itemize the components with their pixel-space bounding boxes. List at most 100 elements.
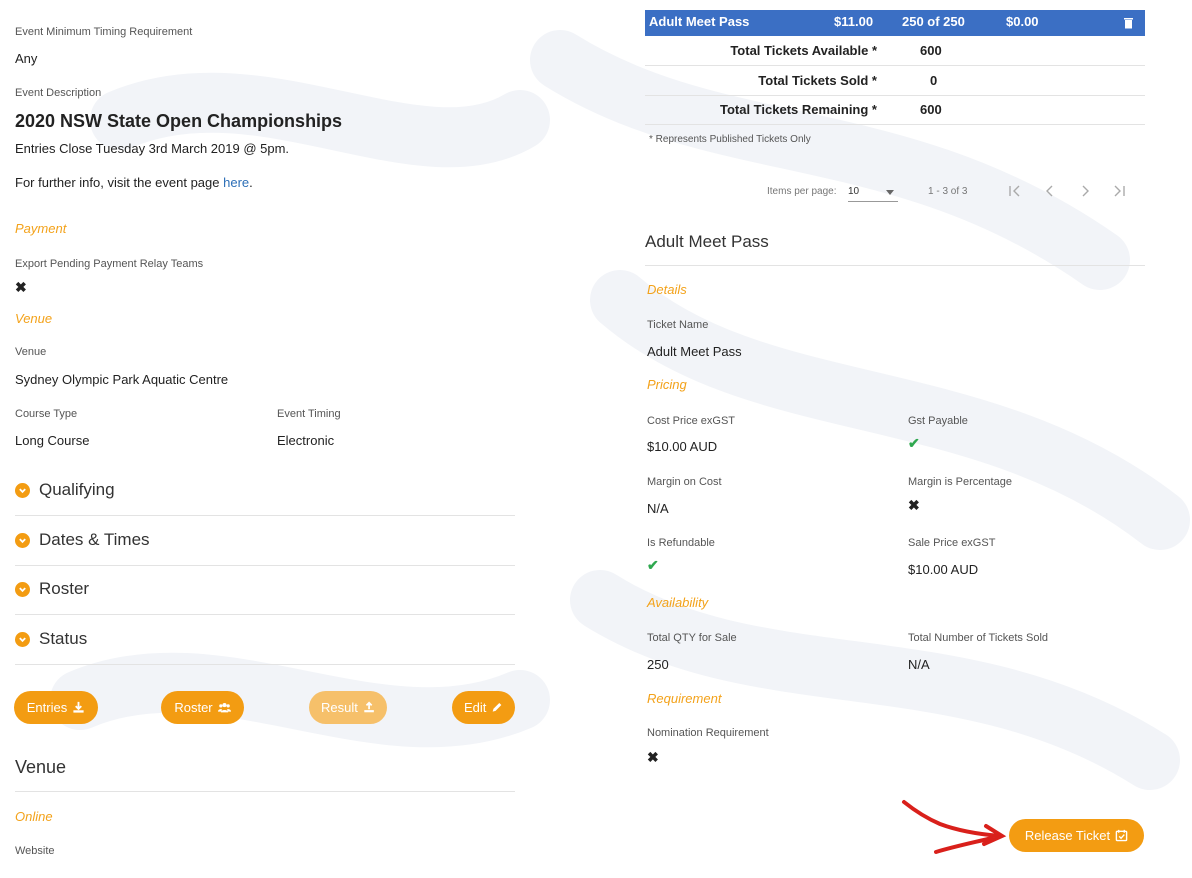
entries-button[interactable]: Entries — [14, 691, 98, 724]
sale-price-value: $10.00 AUD — [908, 562, 979, 577]
accordion-qualifying[interactable]: Qualifying — [15, 465, 515, 516]
ticket-row-qty: 250 of 250 — [902, 14, 965, 29]
further-info-prefix: For further info, visit the event page — [15, 175, 224, 190]
ticket-name-label: Ticket Name — [647, 319, 709, 331]
chevron-down-icon — [15, 482, 30, 498]
entries-button-label: Entries — [26, 700, 68, 715]
accordion-label: Dates & Times — [39, 530, 150, 549]
accordion-label: Status — [39, 629, 88, 648]
margin-cost-value: N/A — [647, 501, 669, 516]
availability-section-label: Availability — [647, 595, 709, 610]
cost-price-label: Cost Price exGST — [647, 415, 736, 427]
total-sold-label: Total Tickets Sold * — [758, 73, 877, 88]
total-available-label: Total Tickets Available * — [730, 43, 877, 58]
event-timing-value: Electronic — [277, 433, 335, 448]
chevron-down-icon — [15, 532, 30, 548]
ticket-heading: Adult Meet Pass — [645, 232, 769, 251]
ticket-row-name: Adult Meet Pass — [649, 14, 750, 29]
venue-value: Sydney Olympic Park Aquatic Centre — [15, 372, 229, 387]
ticket-name-value: Adult Meet Pass — [647, 344, 742, 359]
cost-price-value: $10.00 AUD — [647, 439, 718, 454]
items-per-page-value: 10 — [848, 186, 860, 197]
details-section-label: Details — [647, 282, 687, 297]
min-timing-value: Any — [15, 51, 38, 66]
divider — [15, 791, 515, 792]
check-icon: ✔ — [647, 557, 659, 573]
requirement-section-label: Requirement — [647, 691, 722, 706]
accordion-roster[interactable]: Roster — [15, 564, 515, 615]
calendar-check-icon — [1115, 829, 1128, 842]
event-description-label: Event Description — [15, 87, 102, 99]
total-qty-value: 250 — [647, 657, 669, 672]
x-icon: ✖ — [908, 497, 920, 513]
next-page-icon[interactable] — [1078, 184, 1092, 198]
result-button[interactable]: Result — [309, 691, 387, 724]
sale-price-label: Sale Price exGST — [908, 537, 996, 549]
website-label: Website — [15, 845, 55, 857]
result-button-label: Result — [321, 700, 358, 715]
margin-cost-label: Margin on Cost — [647, 476, 722, 488]
further-info-suffix: . — [249, 175, 253, 190]
export-pending-label: Export Pending Payment Relay Teams — [15, 258, 204, 270]
accordion-dates-times[interactable]: Dates & Times — [15, 515, 515, 566]
first-page-icon[interactable] — [1008, 184, 1022, 198]
course-type-label: Course Type — [15, 408, 78, 420]
venue-section-label: Venue — [15, 311, 53, 326]
x-icon: ✖ — [647, 749, 659, 765]
chevron-down-icon — [15, 631, 30, 647]
total-remaining-label: Total Tickets Remaining * — [719, 102, 877, 117]
refundable-label: Is Refundable — [647, 537, 715, 549]
users-icon — [217, 703, 231, 713]
items-per-page-label: Items per page: — [767, 186, 837, 197]
download-icon — [73, 701, 84, 713]
total-available-value: 600 — [920, 43, 942, 58]
min-timing-label: Event Minimum Timing Requirement — [15, 26, 193, 38]
check-icon: ✔ — [908, 435, 920, 451]
margin-pct-label: Margin is Percentage — [908, 476, 1012, 488]
chevron-down-icon — [15, 581, 30, 597]
release-ticket-label: Release Ticket — [1024, 828, 1111, 843]
caret-down-icon — [886, 190, 894, 195]
venue-heading: Venue — [15, 757, 67, 777]
published-note: * Represents Published Tickets Only — [649, 134, 811, 145]
event-title: 2020 NSW State Open Championships — [15, 111, 343, 131]
nomination-label: Nomination Requirement — [647, 727, 769, 739]
last-page-icon[interactable] — [1112, 184, 1126, 198]
trash-icon[interactable] — [1123, 17, 1134, 29]
event-page-link[interactable]: here — [223, 175, 249, 190]
divider — [645, 95, 1145, 96]
event-further-info: For further info, visit the event page h… — [15, 175, 253, 190]
event-close-text: Entries Close Tuesday 3rd March 2019 @ 5… — [15, 141, 290, 156]
divider — [645, 265, 1145, 266]
pricing-section-label: Pricing — [647, 377, 687, 392]
total-remaining-value: 600 — [920, 102, 942, 117]
online-section-label: Online — [15, 809, 53, 824]
prev-page-icon[interactable] — [1043, 184, 1057, 198]
ticket-row-selected[interactable]: Adult Meet Pass $11.00 250 of 250 $0.00 — [645, 10, 1145, 36]
release-ticket-button[interactable]: Release Ticket — [1009, 819, 1144, 852]
ticket-row-amount: $0.00 — [1006, 14, 1039, 29]
ticket-row-price: $11.00 — [834, 14, 874, 29]
edit-button[interactable]: Edit — [452, 691, 515, 724]
pencil-icon — [493, 702, 502, 712]
total-qty-label: Total QTY for Sale — [647, 632, 737, 644]
event-timing-label: Event Timing — [277, 408, 341, 420]
roster-button-label: Roster — [174, 700, 213, 715]
course-type-value: Long Course — [15, 433, 90, 448]
tickets-sold-label: Total Number of Tickets Sold — [908, 632, 1049, 644]
accordion-status[interactable]: Status — [15, 614, 515, 665]
roster-button[interactable]: Roster — [161, 691, 244, 724]
annotation-arrow — [902, 800, 1007, 854]
items-per-page-select[interactable]: 10 — [848, 183, 898, 202]
divider — [645, 124, 1145, 125]
divider — [645, 65, 1145, 66]
accordion-label: Roster — [39, 579, 90, 598]
upload-icon — [364, 701, 374, 713]
accordion-label: Qualifying — [39, 480, 115, 499]
total-sold-value: 0 — [930, 73, 938, 88]
venue-label: Venue — [15, 346, 47, 358]
gst-payable-label: Gst Payable — [908, 415, 968, 427]
pager-range: 1 - 3 of 3 — [928, 186, 968, 197]
tickets-sold-value: N/A — [908, 657, 930, 672]
x-icon: ✖ — [15, 279, 27, 295]
